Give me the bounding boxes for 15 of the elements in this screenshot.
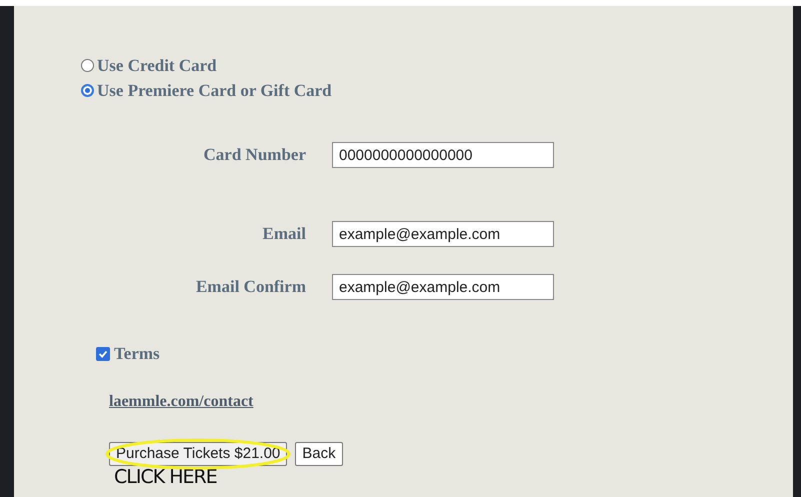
- back-button[interactable]: Back: [295, 442, 343, 466]
- field-label: Card Number: [202, 144, 307, 166]
- annotation-text: CLICK HERE: [114, 466, 218, 488]
- text-field[interactable]: example@example.com: [332, 221, 554, 247]
- contact-link[interactable]: laemmle.com/contact: [109, 393, 254, 410]
- radio-button[interactable]: [81, 84, 94, 97]
- text-field[interactable]: 0000000000000000: [332, 142, 554, 168]
- radio-button[interactable]: [81, 59, 94, 72]
- terms-label: Terms: [114, 343, 160, 366]
- field-label: Email: [262, 223, 307, 246]
- field-label: Email Confirm: [194, 276, 307, 298]
- radio-label[interactable]: Use Credit Card: [97, 52, 217, 78]
- text-field[interactable]: example@example.com: [332, 274, 554, 300]
- radio-label[interactable]: Use Premiere Card or Gift Card: [97, 78, 332, 104]
- checkbox[interactable]: [96, 347, 110, 361]
